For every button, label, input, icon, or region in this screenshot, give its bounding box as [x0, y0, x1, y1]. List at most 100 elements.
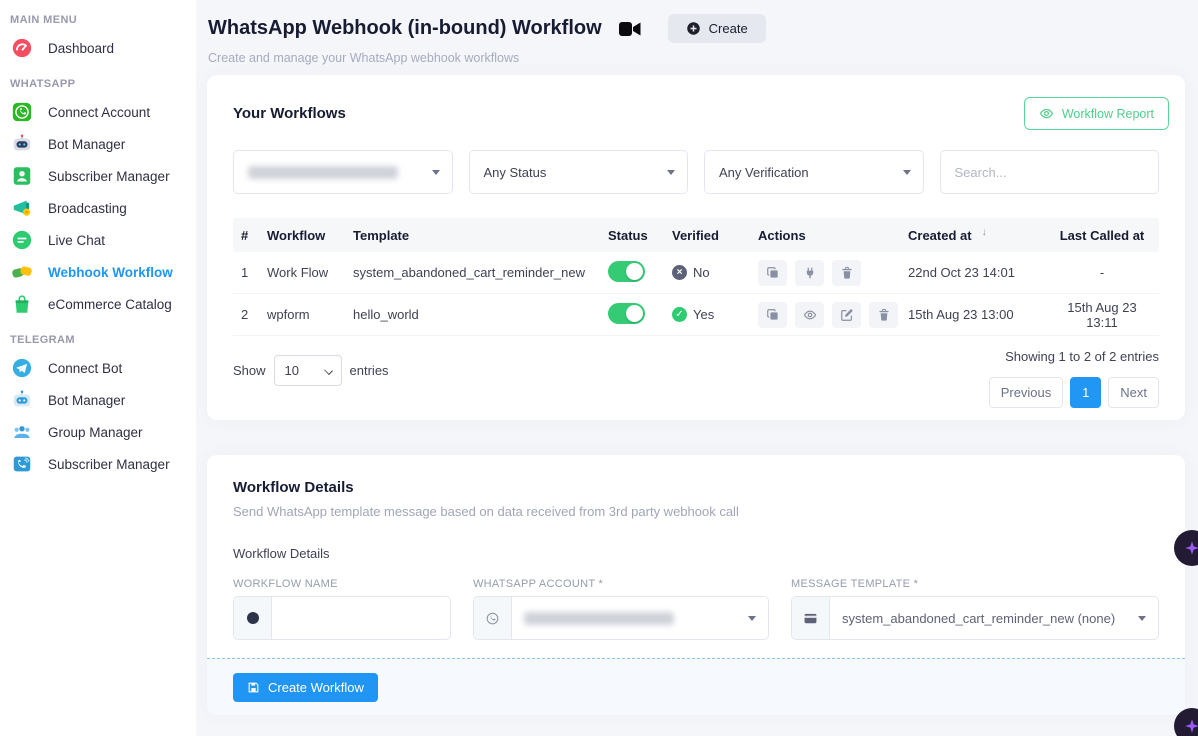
sidebar-item-label: Connect Account [48, 105, 150, 120]
next-page-button[interactable]: Next [1108, 377, 1159, 408]
message-template-label: MESSAGE TEMPLATE * [791, 578, 1159, 590]
webhook-plug-button[interactable] [795, 260, 824, 286]
sparkle-icon [1183, 717, 1198, 735]
created-at-sort-header[interactable]: Created at↓ [908, 228, 1053, 243]
subscriber-book-icon [10, 164, 34, 188]
details-card-footer: Create Workflow [207, 658, 1185, 715]
duplicate-button[interactable] [758, 302, 787, 328]
status-filter-select[interactable]: Any Status [469, 150, 689, 194]
live-chat-icon [10, 228, 34, 252]
page-1-button[interactable]: 1 [1070, 377, 1101, 408]
whatsapp-account-label: WHATSAPP ACCOUNT * [473, 578, 769, 590]
group-icon [10, 420, 34, 444]
sidebar-item-connect-account[interactable]: Connect Account [0, 96, 196, 128]
sidebar-item-broadcasting[interactable]: Broadcasting [0, 192, 196, 224]
sidebar-item-webhook-workflow[interactable]: Webhook Workflow [0, 256, 196, 288]
workflows-table: # Workflow Template Status Verified Acti… [233, 218, 1159, 336]
chevron-down-icon [324, 366, 333, 375]
telegram-icon [10, 356, 34, 380]
sidebar-item-label: Bot Manager [48, 137, 125, 152]
table-header-row: # Workflow Template Status Verified Acti… [233, 218, 1159, 252]
sparkle-icon [1183, 539, 1198, 557]
caret-down-icon [432, 170, 440, 175]
redacted-account-name [248, 166, 398, 179]
sidebar-item-dashboard[interactable]: Dashboard [0, 32, 196, 64]
sidebar-item-bot-manager-tg[interactable]: Bot Manager [0, 384, 196, 416]
sidebar-item-label: Group Manager [48, 425, 143, 440]
bot-icon [10, 132, 34, 156]
status-toggle[interactable] [608, 303, 645, 324]
caret-down-icon [667, 170, 675, 175]
broadcast-icon [10, 196, 34, 220]
dot-icon [234, 597, 272, 639]
page-subtitle: Create and manage your WhatsApp webhook … [196, 43, 1198, 65]
entries-label: entries [350, 363, 389, 378]
sidebar-item-label: Subscriber Manager [48, 457, 170, 472]
whatsapp-account-select[interactable] [473, 596, 769, 640]
sidebar-item-subscriber-manager-tg[interactable]: Subscriber Manager [0, 448, 196, 480]
subscriber-book-icon [10, 452, 34, 476]
sidebar-item-subscriber-manager-wa[interactable]: Subscriber Manager [0, 160, 196, 192]
sort-down-icon: ↓ [982, 227, 987, 238]
sidebar-section-telegram: TELEGRAM [10, 334, 196, 346]
create-workflow-button[interactable]: Create Workflow [233, 673, 378, 702]
page-title: WhatsApp Webhook (in-bound) Workflow [208, 17, 602, 40]
sidebar: MAIN MENU Dashboard WHATSAPP Connect Acc… [0, 0, 196, 736]
caret-down-icon [903, 170, 911, 175]
video-camera-icon[interactable] [618, 19, 642, 39]
status-toggle[interactable] [608, 261, 645, 282]
previous-page-button[interactable]: Previous [989, 377, 1064, 408]
message-template-select[interactable]: system_abandoned_cart_reminder_new (none… [791, 596, 1159, 640]
whatsapp-icon [10, 100, 34, 124]
caret-down-icon [748, 616, 756, 621]
plus-circle-icon [686, 21, 701, 36]
workflows-card-title: Your Workflows [233, 105, 346, 122]
show-label: Show [233, 363, 266, 378]
sidebar-item-label: Bot Manager [48, 393, 125, 408]
template-card-icon [792, 597, 830, 639]
workflow-report-button[interactable]: Workflow Report [1024, 97, 1169, 130]
page-size-select[interactable]: 10 [274, 355, 342, 386]
table-row: 1 Work Flow system_abandoned_cart_remind… [233, 252, 1159, 294]
delete-button[interactable] [832, 260, 861, 286]
duplicate-button[interactable] [758, 260, 787, 286]
sidebar-section-main-menu: MAIN MENU [10, 14, 196, 26]
edit-button[interactable] [832, 302, 861, 328]
dashboard-gauge-icon [10, 36, 34, 60]
entries-summary: Showing 1 to 2 of 2 entries [1005, 349, 1159, 364]
bot-icon [10, 388, 34, 412]
search-input[interactable] [955, 165, 1145, 180]
sidebar-item-label: Subscriber Manager [48, 169, 170, 184]
sidebar-item-label: Live Chat [48, 233, 105, 248]
caret-down-icon [1138, 616, 1146, 621]
sidebar-item-live-chat[interactable]: Live Chat [0, 224, 196, 256]
delete-button[interactable] [869, 302, 898, 328]
details-section-label: Workflow Details [233, 546, 1159, 561]
check-circle-icon: ✓ [672, 307, 687, 322]
create-button[interactable]: Create [668, 14, 766, 43]
save-icon [247, 681, 260, 694]
sidebar-item-group-manager[interactable]: Group Manager [0, 416, 196, 448]
webhook-workflow-icon [10, 260, 34, 284]
search-box [940, 150, 1160, 194]
view-button[interactable] [795, 302, 824, 328]
details-card-subtitle: Send WhatsApp template message based on … [233, 504, 1159, 519]
sidebar-section-whatsapp: WHATSAPP [10, 78, 196, 90]
pagination: Previous 1 Next [989, 377, 1159, 408]
sidebar-item-connect-bot[interactable]: Connect Bot [0, 352, 196, 384]
sidebar-item-label: Broadcasting [48, 201, 127, 216]
sidebar-item-label: Connect Bot [48, 361, 122, 376]
workflow-name-input[interactable] [284, 611, 438, 626]
verification-filter-select[interactable]: Any Verification [704, 150, 924, 194]
your-workflows-card: Your Workflows Workflow Report Any Statu… [207, 75, 1185, 420]
sidebar-item-ecommerce-catalog[interactable]: eCommerce Catalog [0, 288, 196, 320]
details-card-title: Workflow Details [233, 479, 1159, 496]
redacted-account-value [524, 612, 674, 625]
account-filter-select[interactable] [233, 150, 453, 194]
workflow-details-card: Workflow Details Send WhatsApp template … [207, 455, 1185, 715]
sidebar-item-bot-manager-wa[interactable]: Bot Manager [0, 128, 196, 160]
x-circle-icon: × [672, 265, 687, 280]
eye-icon [1039, 106, 1054, 121]
sidebar-item-label: Webhook Workflow [48, 265, 173, 280]
workflow-name-label: WORKFLOW NAME [233, 578, 451, 590]
